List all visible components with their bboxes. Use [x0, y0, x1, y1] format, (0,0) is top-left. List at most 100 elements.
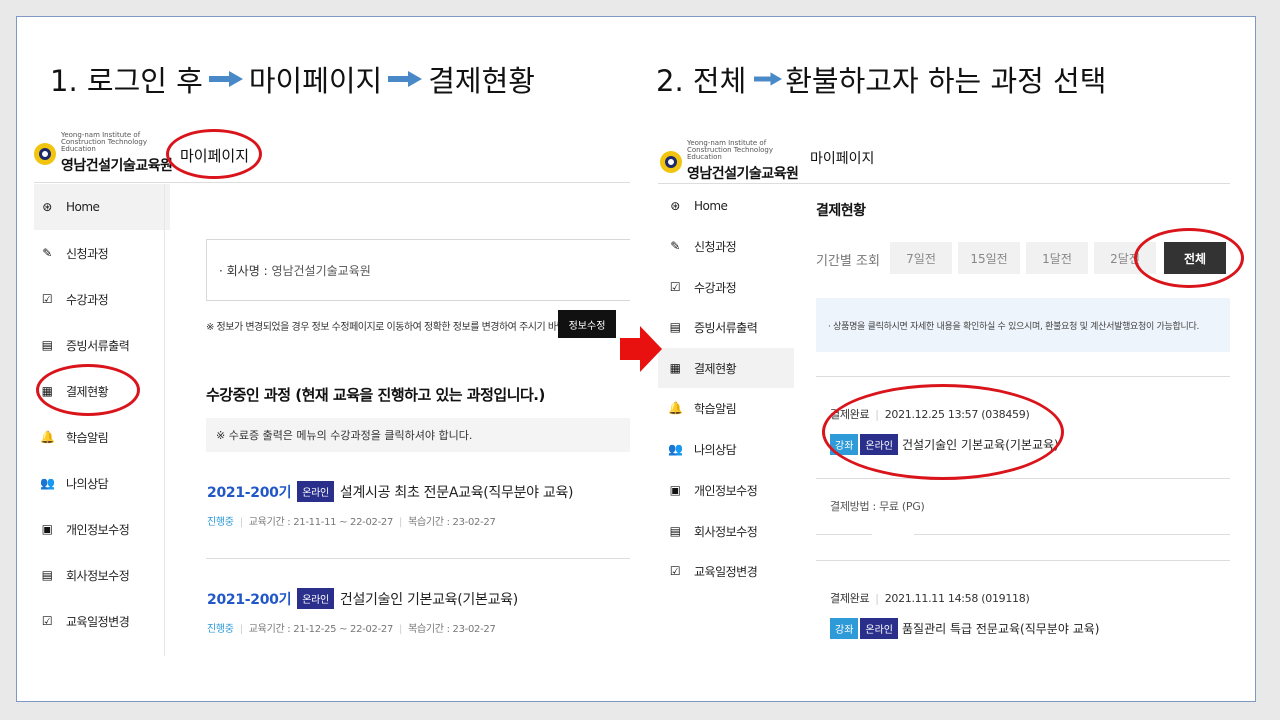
course-term: 2021-200기 [207, 591, 292, 608]
blue-arrow-icon [754, 72, 783, 86]
blue-arrow-icon [208, 71, 243, 87]
course-title-1[interactable]: 2021-200기 온라인 설계시공 최초 전문A교육(직무분야 교육) [207, 481, 574, 502]
sidebar-item-apply[interactable]: ✎ 신청과정 [34, 230, 108, 276]
payment-status-2: 결제완료 | 2021.11.11 14:58 (019118) [830, 592, 1030, 605]
site-logo[interactable]: Yeong-nam Institute of Construction Tech… [34, 132, 181, 175]
filter-1month-button[interactable]: 1달전 [1026, 242, 1088, 274]
sidebar-item-home[interactable]: ⊛ Home [658, 186, 728, 226]
payment-divider [816, 478, 1230, 479]
document-icon: ▤ [669, 320, 681, 334]
sidebar-item-notifications[interactable]: 🔔 학습알림 [34, 414, 109, 460]
sidebar-item-payment[interactable]: ▦ 결제현황 [34, 368, 109, 414]
course-name: 건설기술인 기본교육(기본교육) [339, 591, 518, 608]
document-icon: ▤ [41, 338, 53, 352]
sidebar-item-counseling[interactable]: 👥 나의상담 [658, 429, 737, 469]
logo-emblem-icon [34, 142, 56, 165]
edit-info-button[interactable]: 정보수정 [558, 310, 616, 338]
company-value: 영남건설기술교육원 [271, 264, 371, 278]
sidebar-item-notifications[interactable]: 🔔 학습알림 [658, 388, 737, 428]
course-term: 2021-200기 [207, 484, 292, 501]
online-badge: 온라인 [860, 434, 899, 455]
red-right-arrow-icon [620, 326, 662, 372]
course-title-2[interactable]: 2021-200기 온라인 건설기술인 기본교육(기본교육) [207, 588, 518, 609]
checklist-icon: ☑ [41, 292, 53, 306]
course-divider [206, 558, 630, 559]
category-badge: 강좌 [830, 434, 859, 455]
course-name: 설계시공 최초 전문A교육(직무분야 교육) [339, 484, 574, 501]
filter-7days-button[interactable]: 7일전 [890, 242, 952, 274]
sidebar-item-counseling[interactable]: 👥 나의상담 [34, 460, 109, 506]
notice-box: · 상품명을 클릭하시면 자세한 내용을 확인하실 수 있으시며, 환불요청 및… [816, 298, 1230, 352]
certificate-note: ※ 수료증 출력은 메뉴의 수강과정을 클릭하셔야 합니다. [206, 418, 630, 452]
logo-subtitle: Yeong-nam Institute of Construction Tech… [687, 139, 774, 161]
course-review: 복습기간 : 23-02-27 [408, 517, 496, 528]
mypage-title[interactable]: 마이페이지 [180, 145, 249, 166]
header-divider [34, 182, 630, 183]
users-icon: 👥 [668, 442, 683, 456]
payment-status: 결제완료 [830, 592, 870, 605]
document-icon: ▤ [41, 568, 53, 582]
home-icon: ⊛ [670, 199, 680, 213]
sidebar: ⊛ Home ✎ 신청과정 ☑ 수강과정 ▤ 증빙서류출력 ▦ 결제현황 🔔 학습알림 👥 나… [34, 184, 170, 656]
course-status: 진행중 [207, 517, 234, 528]
sidebar-item-certificates[interactable]: ▤ 증빙서류출력 [658, 307, 758, 347]
sidebar-item-company-info[interactable]: ▤ 회사정보수정 [658, 511, 758, 551]
step-2-title: 2. 전체 환불하고자 하는 과정 선택 [656, 58, 1106, 100]
sidebar-item-personal-info[interactable]: ▣ 개인정보수정 [658, 470, 758, 510]
site-logo[interactable]: Yeong-nam Institute of Construction Tech… [660, 140, 807, 183]
online-badge: 온라인 [860, 618, 899, 639]
company-label: · 회사명 : [219, 264, 268, 278]
section-title-current-courses: 수강중인 과정 (현재 교육을 진행하고 있는 과정입니다.) [206, 386, 545, 404]
sidebar-item-company-info[interactable]: ▤ 회사정보수정 [34, 552, 130, 598]
sidebar-item-apply[interactable]: ✎ 신청과정 [658, 226, 736, 266]
filter-2months-button[interactable]: 2달전 [1094, 242, 1156, 274]
sidebar-item-courses[interactable]: ☑ 수강과정 [658, 267, 737, 307]
sidebar: ⊛ Home ✎ 신청과정 ☑ 수강과정 ▤ 증빙서류출력 ▦ 결제현황 🔔 학습알림 👥 나… [658, 186, 794, 648]
users-icon: 👥 [40, 476, 55, 490]
course-meta-2: 진행중 | 교육기간 : 21-12-25 ~ 22-02-27 | 복습기간 : 23… [207, 624, 496, 635]
filter-label: 기간별 조회 [816, 254, 880, 269]
filter-15days-button[interactable]: 15일전 [958, 242, 1020, 274]
bell-icon: 🔔 [668, 401, 683, 415]
course-status: 진행중 [207, 624, 234, 635]
pen-icon: ✎ [42, 246, 52, 260]
course-meta-1: 진행중 | 교육기간 : 21-11-11 ~ 22-02-27 | 복습기간 : 23… [207, 517, 496, 528]
payment-course-name: 건설기술인 기본교육(기본교육) [902, 438, 1059, 452]
course-period: 교육기간 : 21-12-25 ~ 22-02-27 [248, 624, 394, 635]
sidebar-item-personal-info[interactable]: ▣ 개인정보수정 [34, 506, 130, 552]
checklist-icon: ☑ [669, 564, 681, 578]
sidebar-item-payment[interactable]: ▦ 결제현황 [658, 348, 794, 388]
step-1-text-c: 결제현황 [428, 64, 535, 98]
sidebar-item-courses[interactable]: ☑ 수강과정 [34, 276, 109, 322]
sidebar-item-certificates[interactable]: ▤ 증빙서류출력 [34, 322, 130, 368]
checklist-icon: ☑ [41, 614, 53, 628]
payment-divider [914, 534, 1230, 535]
sidebar-item-schedule-change[interactable]: ☑ 교육일정변경 [34, 598, 130, 644]
logo-title: 영남건설기술교육원 [61, 158, 173, 174]
payment-divider [816, 534, 872, 535]
payment-divider [816, 560, 1230, 561]
id-card-icon: ▣ [41, 522, 53, 536]
sidebar-item-schedule-change[interactable]: ☑ 교육일정변경 [658, 551, 758, 591]
sidebar-item-home[interactable]: ⊛ Home [34, 184, 170, 230]
payment-datetime: 2021.11.11 14:58 (019118) [884, 592, 1030, 605]
mypage-title[interactable]: 마이페이지 [810, 148, 874, 168]
home-icon: ⊛ [42, 200, 52, 214]
step-2-text-a: 2. 전체 [656, 64, 747, 98]
page-title: 결제현황 [816, 203, 866, 219]
checklist-icon: ☑ [669, 280, 681, 294]
step-1-text-a: 1. 로그인 후 [50, 64, 203, 98]
category-badge: 강좌 [830, 618, 859, 639]
step-1-text-b: 마이페이지 [248, 64, 383, 98]
filter-all-button[interactable]: 전체 [1164, 242, 1226, 274]
payment-course-1[interactable]: 강좌 온라인 건설기술인 기본교육(기본교육) [830, 434, 1059, 455]
company-info-box: · 회사명 : 영남건설기술교육원 [206, 239, 630, 301]
id-card-icon: ▣ [669, 483, 681, 497]
online-badge: 온라인 [297, 481, 334, 502]
sidebar-divider [164, 184, 165, 656]
logo-title: 영남건설기술교육원 [687, 166, 799, 182]
calculator-icon: ▦ [41, 384, 53, 398]
payment-course-2[interactable]: 강좌 온라인 품질관리 특급 전문교육(직무분야 교육) [830, 618, 1099, 639]
blue-arrow-icon [388, 71, 423, 87]
bell-icon: 🔔 [40, 430, 55, 444]
